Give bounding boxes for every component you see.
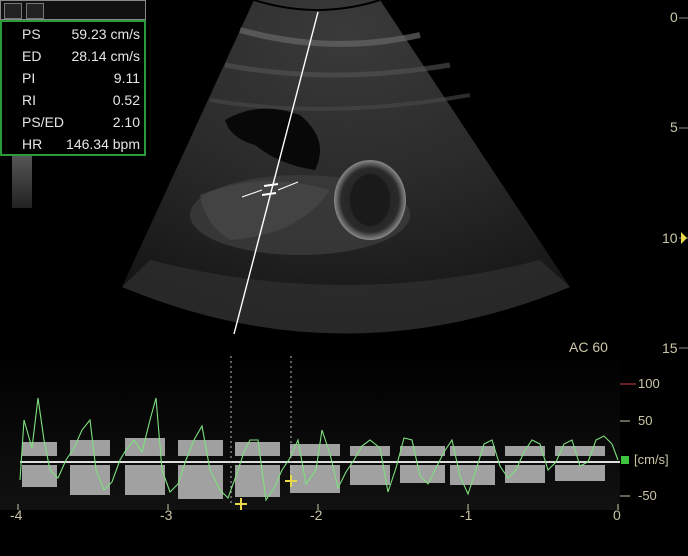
acoustic-label: AC 60	[569, 339, 608, 355]
depth-label: 15	[662, 340, 678, 356]
baseline-marker-icon[interactable]	[621, 456, 629, 464]
doppler-spectrum	[0, 350, 636, 510]
velocity-label: 50	[638, 413, 653, 428]
time-label: -4	[10, 507, 23, 523]
bmode-sector	[122, 0, 570, 335]
velocity-label: 100	[638, 376, 660, 391]
velocity-unit-label: [cm/s]	[634, 452, 669, 467]
velocity-label: -50	[638, 488, 657, 503]
focus-marker-icon	[681, 232, 687, 244]
time-label: -3	[160, 507, 173, 523]
depth-label: 0	[670, 9, 678, 25]
ultrasound-display	[0, 0, 688, 510]
depth-label: 5	[670, 119, 678, 135]
depth-scale	[679, 17, 688, 349]
time-label: 0	[613, 507, 621, 523]
time-label: -2	[310, 507, 323, 523]
depth-label: 10	[662, 230, 678, 246]
time-label: -1	[460, 507, 473, 523]
